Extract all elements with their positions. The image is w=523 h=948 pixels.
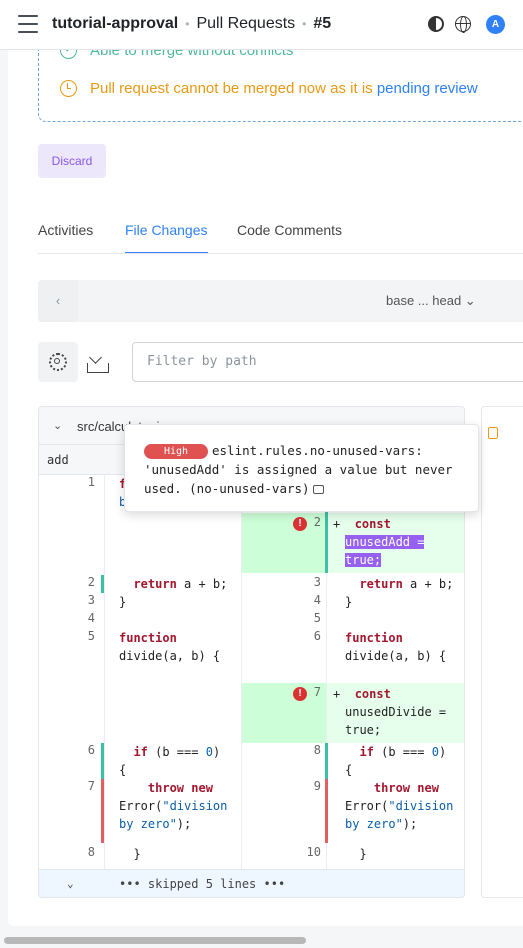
- discard-button[interactable]: Discard: [38, 144, 106, 178]
- right-line-number: 6: [313, 629, 321, 643]
- left-line-number: 5: [87, 629, 95, 643]
- code-line: return a + b;: [359, 577, 454, 591]
- tab-code-comments[interactable]: Code Comments: [237, 222, 342, 253]
- skipped-lines-row[interactable]: ⌄ ••• skipped 5 lines •••: [39, 869, 464, 897]
- left-line-number: 8: [87, 845, 95, 859]
- left-line-number: 3: [87, 593, 95, 607]
- changed-marker: [101, 743, 104, 779]
- right-line-number: 9: [313, 779, 321, 793]
- avatar[interactable]: A: [486, 15, 505, 34]
- tab-bar: Activities File Changes Code Comments: [38, 222, 523, 254]
- changed-marker: [101, 575, 104, 593]
- secondary-diff-panel: [481, 406, 523, 898]
- code-line: }: [345, 595, 353, 609]
- code-line: throw new Error("division by zero");: [119, 781, 228, 831]
- tooltip-rule: eslint.rules.no-unused-vars:: [212, 443, 423, 458]
- previous-button[interactable]: ‹: [38, 280, 78, 322]
- left-line-number: 2: [87, 575, 95, 589]
- comment-icon[interactable]: [312, 485, 324, 494]
- merge-pending-text: Pull request cannot be merged now as it …: [90, 80, 478, 97]
- breadcrumb-pull-requests[interactable]: Pull Requests: [196, 15, 295, 33]
- skipped-lines-label: ••• skipped 5 lines •••: [119, 877, 286, 891]
- code-line: throw new Error("division by zero");: [345, 781, 454, 831]
- code-line: + const: [333, 517, 391, 531]
- collapse-chevron-icon[interactable]: ⌄: [53, 419, 62, 432]
- breadcrumb-pr-number: #5: [313, 15, 332, 32]
- lint-error-tooltip: High eslint.rules.no-unused-vars: 'unused…: [124, 424, 479, 512]
- download-icon[interactable]: [78, 342, 118, 382]
- right-line-number: 2: [313, 515, 321, 529]
- base-head-selector[interactable]: base ... head ⌄: [386, 293, 476, 309]
- right-line-number: 4: [313, 593, 321, 607]
- horizontal-scrollbar[interactable]: [0, 934, 523, 948]
- code-line: if (b === 0) {: [119, 745, 221, 777]
- expand-chevron-icon[interactable]: ⌄: [67, 877, 74, 890]
- clock-icon: [60, 80, 77, 97]
- globe-icon[interactable]: [455, 16, 471, 33]
- breadcrumb-repo[interactable]: tutorial-approval: [52, 15, 178, 33]
- code-line: function divide(a, b) {: [119, 631, 221, 663]
- right-line-number: 10: [306, 845, 321, 859]
- left-line-number: 7: [87, 779, 95, 793]
- breadcrumb-separator: •: [302, 17, 307, 31]
- column-separator: [241, 475, 242, 869]
- top-bar: tutorial-approval • Pull Requests • #5 A: [0, 0, 523, 50]
- deleted-marker: [101, 779, 104, 843]
- hamburger-icon[interactable]: [18, 15, 38, 33]
- code-line: }: [119, 595, 127, 609]
- tooltip-message: 'unusedAdd' is assigned a value but neve…: [144, 462, 453, 477]
- gutter-separator: [104, 475, 105, 869]
- filter-by-path-input[interactable]: Filter by path: [132, 342, 523, 382]
- code-line: unusedAdd = true;: [345, 535, 425, 567]
- right-line-number: 3: [313, 575, 321, 589]
- page: Able to merge without conflicts Pull req…: [0, 0, 523, 948]
- right-line-number: 7: [313, 685, 321, 699]
- left-line-number: 6: [87, 743, 95, 757]
- right-line-number: 5: [313, 611, 321, 625]
- severity-badge: High: [144, 444, 208, 459]
- tooltip-line: High eslint.rules.no-unused-vars:: [144, 441, 478, 460]
- settings-gear-icon[interactable]: [38, 342, 78, 382]
- comment-marker-icon[interactable]: [488, 427, 498, 439]
- deleted-marker: [325, 779, 328, 843]
- breadcrumb: tutorial-approval • Pull Requests • #5: [52, 15, 331, 33]
- compare-bar: ‹ base ... head ⌄: [38, 280, 523, 322]
- left-line-number: 4: [87, 611, 95, 625]
- code-line: }: [345, 847, 367, 861]
- pending-review-link[interactable]: pending review: [377, 80, 478, 97]
- code-line: unusedDivide = true;: [345, 705, 447, 737]
- tab-activities[interactable]: Activities: [38, 222, 93, 253]
- code-line: return a + b;: [133, 577, 228, 591]
- code-line: if (b === 0) {: [345, 745, 447, 777]
- merge-pending-prefix: Pull request cannot be merged now as it …: [90, 80, 373, 97]
- right-line-number: 8: [313, 743, 321, 757]
- changed-marker: [325, 743, 328, 779]
- code-line: }: [119, 847, 141, 861]
- breadcrumb-separator: •: [185, 17, 190, 31]
- left-line-number: 1: [87, 475, 95, 489]
- contrast-icon[interactable]: [428, 16, 444, 32]
- scrollbar-thumb[interactable]: [4, 937, 306, 944]
- code-line: + const: [333, 687, 391, 701]
- code-line: function divide(a, b) {: [345, 631, 447, 663]
- tooltip-line: used. (no-unused-vars): [144, 479, 478, 498]
- tooltip-rule-suffix: used. (no-unused-vars): [144, 481, 310, 496]
- tab-file-changes[interactable]: File Changes: [125, 222, 208, 253]
